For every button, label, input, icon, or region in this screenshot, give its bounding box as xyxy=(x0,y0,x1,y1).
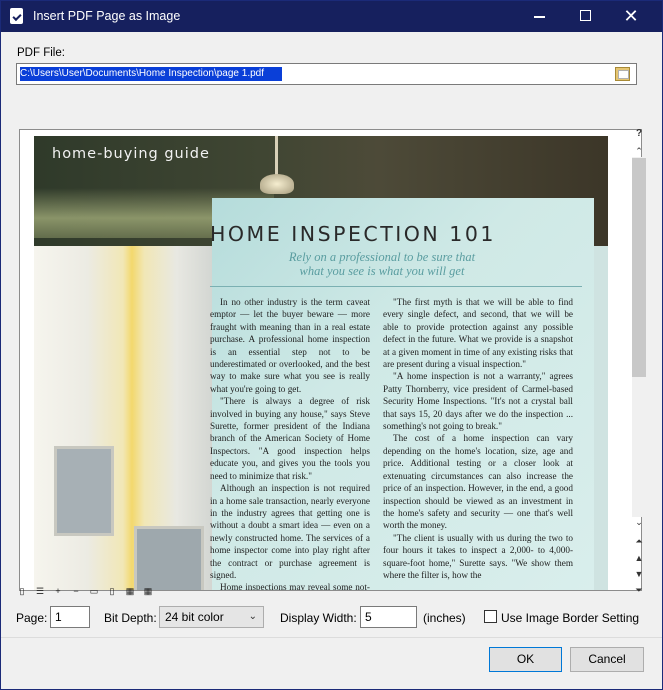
inches-label: (inches) xyxy=(423,611,466,625)
folder-browse-icon[interactable] xyxy=(615,67,630,81)
ok-button[interactable]: OK xyxy=(489,647,562,672)
article-kicker: home-buying guide xyxy=(52,146,210,162)
last-page-icon[interactable]: ⏷ xyxy=(633,584,645,596)
first-page-icon[interactable]: ⏶ xyxy=(633,535,645,547)
scroll-down-icon[interactable]: ⌄ xyxy=(633,517,645,528)
photo-window xyxy=(54,446,114,536)
bit-depth-value: 24 bit color xyxy=(165,610,224,624)
maximize-button[interactable] xyxy=(562,1,608,32)
pdf-file-label: PDF File: xyxy=(17,47,65,59)
dialog-window: Insert PDF Page as Image ✕ PDF File: C:\… xyxy=(0,0,663,690)
chevron-down-icon: ⌄ xyxy=(248,611,257,622)
close-button[interactable]: ✕ xyxy=(608,1,654,32)
fit-width-icon[interactable]: ▭ xyxy=(87,585,101,597)
maximize-icon xyxy=(579,10,591,22)
page-input[interactable]: 1 xyxy=(50,606,90,628)
paragraph: The cost of a home inspection can vary d… xyxy=(383,433,573,531)
page-preview[interactable]: home-buying guide HOME INSPECTION 101 Re… xyxy=(19,129,642,591)
zoom-out-icon[interactable]: − xyxy=(69,585,83,597)
zoom-in-icon[interactable]: + xyxy=(51,585,65,597)
cancel-button[interactable]: Cancel xyxy=(570,647,644,672)
next-page-icon[interactable]: ▼ xyxy=(633,568,645,580)
paragraph: "A home inspection is not a warranty," a… xyxy=(383,371,573,432)
page-label: Page: xyxy=(16,611,48,625)
app-clipboard-icon xyxy=(10,8,23,24)
scroll-up-icon[interactable]: ⌃ xyxy=(633,146,645,157)
paragraph: "The client is usually with us during th… xyxy=(383,532,573,580)
subhead-line: what you see is what you will get xyxy=(299,264,465,278)
prev-page-icon[interactable]: ▲ xyxy=(633,552,645,564)
single-page-icon[interactable]: ▯ xyxy=(15,585,29,597)
article-column-right: "The first myth is that we will be able … xyxy=(383,296,573,581)
paragraph: Home inspections may reveal some not-so-… xyxy=(220,582,370,591)
lamp-rod xyxy=(275,136,278,176)
bit-depth-label: Bit Depth: xyxy=(104,611,157,625)
article-headline: HOME INSPECTION 101 xyxy=(210,222,496,246)
minimize-button[interactable] xyxy=(516,1,562,32)
window-title: Insert PDF Page as Image xyxy=(33,9,181,23)
title-bar[interactable]: Insert PDF Page as Image ✕ xyxy=(1,1,662,32)
subhead-line: Rely on a professional to be sure that xyxy=(288,250,476,264)
pdf-file-path: C:\Users\User\Documents\Home Inspection\… xyxy=(20,67,282,81)
article-subhead: Rely on a professional to be sure that w… xyxy=(282,250,482,278)
display-width-input[interactable]: 5 xyxy=(360,606,417,628)
headline-rule xyxy=(210,286,582,287)
paragraph: In no other industry is the term caveat … xyxy=(210,297,370,394)
footer-divider xyxy=(1,637,662,638)
image-border-label: Use Image Border Setting xyxy=(501,611,640,625)
bit-depth-select[interactable]: 24 bit color ⌄ xyxy=(159,606,264,628)
photo-window xyxy=(134,526,204,590)
lamp xyxy=(260,174,294,194)
image-border-checkbox[interactable] xyxy=(484,610,497,623)
paragraph: "The first myth is that we will be able … xyxy=(383,297,573,370)
thumbnails-icon[interactable]: ▦ xyxy=(141,585,155,597)
pdf-file-input[interactable]: C:\Users\User\Documents\Home Inspection\… xyxy=(16,63,637,85)
fit-page-icon[interactable]: ▯ xyxy=(105,585,119,597)
scrollbar-thumb[interactable] xyxy=(632,158,646,377)
continuous-icon[interactable]: ☰ xyxy=(33,585,47,597)
help-icon[interactable]: ? xyxy=(633,128,645,139)
two-page-icon[interactable]: ▦ xyxy=(123,585,137,597)
display-width-label: Display Width: xyxy=(280,611,357,625)
paragraph: "There is always a degree of risk involv… xyxy=(210,396,370,481)
minimize-icon xyxy=(533,16,545,18)
article-column-left: In no other industry is the term caveat … xyxy=(210,296,370,591)
view-toolbar: ▯ ☰ + − ▭ ▯ ▦ ▦ xyxy=(15,585,155,599)
side-photo xyxy=(34,246,212,590)
paragraph: Although an inspection is not required i… xyxy=(210,483,370,580)
